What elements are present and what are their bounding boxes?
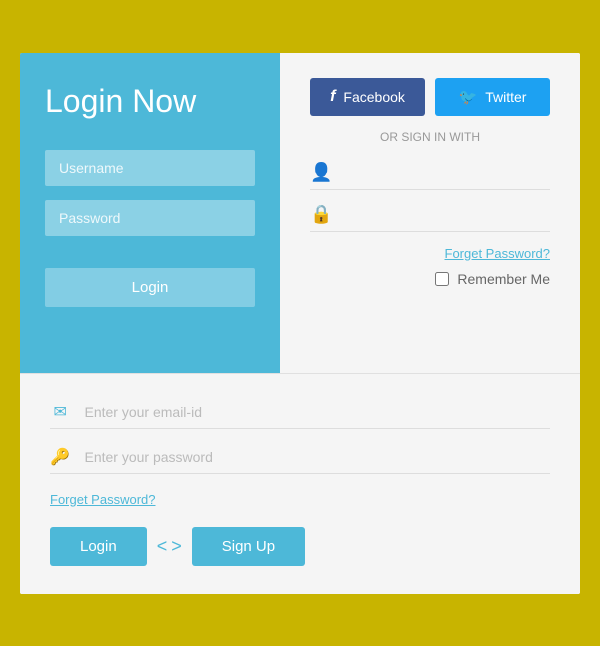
login-button-left[interactable]: Login <box>45 268 255 307</box>
email-input[interactable] <box>84 404 550 420</box>
email-input-row: ✉ <box>50 402 550 429</box>
email-icon: ✉ <box>50 402 70 422</box>
user-icon: 👤 <box>310 162 330 183</box>
twitter-icon: 🐦 <box>459 88 478 106</box>
twitter-button[interactable]: 🐦 Twitter <box>435 78 550 116</box>
forgot-password-link-bottom[interactable]: Forget Password? <box>50 492 550 507</box>
login-button-bottom[interactable]: Login <box>50 527 147 566</box>
bottom-password-input[interactable] <box>84 449 550 465</box>
password-input[interactable] <box>45 200 255 236</box>
main-card: Login Now Login f Facebook 🐦 Twitter <box>20 53 580 594</box>
remember-me-row: Remember Me <box>310 271 550 287</box>
right-password-row: 🔒 <box>310 204 550 232</box>
login-title: Login Now <box>45 83 255 120</box>
bottom-password-row: 🔑 <box>50 447 550 474</box>
facebook-button[interactable]: f Facebook <box>310 78 425 116</box>
twitter-button-label: Twitter <box>485 89 526 105</box>
right-panel: f Facebook 🐦 Twitter OR SIGN IN WITH 👤 🔒 <box>280 53 580 373</box>
left-panel: Login Now Login <box>20 53 280 373</box>
nav-arrows[interactable]: < > <box>157 536 182 557</box>
facebook-button-label: Facebook <box>343 89 404 105</box>
signup-button[interactable]: Sign Up <box>192 527 305 566</box>
right-password-input[interactable] <box>340 206 550 222</box>
username-input[interactable] <box>45 150 255 186</box>
remember-me-checkbox[interactable] <box>435 272 449 286</box>
left-fields: Login <box>45 150 255 343</box>
social-buttons: f Facebook 🐦 Twitter <box>310 78 550 116</box>
facebook-icon: f <box>330 88 335 106</box>
or-sign-in-text: OR SIGN IN WITH <box>310 130 550 144</box>
key-icon: 🔑 <box>50 447 70 467</box>
bottom-section: ✉ 🔑 Forget Password? Login < > Sign Up <box>20 374 580 594</box>
right-username-input[interactable] <box>340 164 550 180</box>
forgot-password-link-right[interactable]: Forget Password? <box>310 246 550 261</box>
lock-icon: 🔒 <box>310 204 330 225</box>
top-section: Login Now Login f Facebook 🐦 Twitter <box>20 53 580 373</box>
chevron-left-icon[interactable]: < <box>157 536 168 557</box>
remember-me-label: Remember Me <box>457 271 550 287</box>
bottom-buttons: Login < > Sign Up <box>50 527 550 566</box>
page-wrapper: Login Now Login f Facebook 🐦 Twitter <box>0 0 600 646</box>
right-username-row: 👤 <box>310 162 550 190</box>
chevron-right-icon[interactable]: > <box>171 536 182 557</box>
